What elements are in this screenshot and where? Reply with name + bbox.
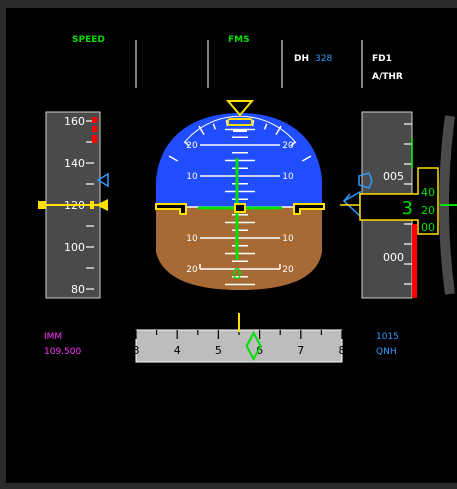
ground-proximity-bar [412, 224, 417, 298]
pitch-label-left: 10 [186, 172, 198, 182]
altitude-label-000: 000 [383, 251, 404, 264]
airspeed-tape: 16014012010080 [38, 111, 109, 299]
fma-fd-status: FD1 [372, 54, 392, 64]
ils-frequency: 109.500 [44, 347, 82, 357]
ils-ident: IMM [44, 332, 63, 342]
overspeed-bar-low [92, 135, 97, 143]
pfd-window-frame: 160 140 120 100 80 20 20 10 10 10 10 20 20 [0, 0, 457, 489]
pitch-label-right: 20 [282, 265, 294, 275]
airspeed-tick-label: 140 [64, 157, 85, 170]
heading-scale: 345678 [133, 313, 346, 363]
altitude-hundreds-readout: 3 [402, 198, 413, 219]
attitude-indicator: 20 2010 1010 1020 20 0 [155, 100, 325, 290]
heading-tick-label: 3 [133, 344, 140, 357]
overspeed-bar-mid [92, 126, 97, 132]
airspeed-tick-label: 100 [64, 241, 85, 254]
pitch-label-right: 10 [282, 172, 294, 182]
altitude-drum-current: 20 [421, 204, 435, 217]
slip-indicator: 0 [232, 265, 242, 283]
airspeed-tick-label: 160 [64, 115, 85, 128]
altitude-label-005: 005 [383, 170, 404, 183]
bank-pointer-icon [225, 100, 255, 117]
altitude-drum-upper: 40 [421, 186, 435, 199]
altitude-drum-lower: 00 [421, 221, 435, 234]
fma-separators [135, 40, 363, 88]
primary-flight-display: 160 140 120 100 80 20 20 10 10 10 10 20 20 [6, 8, 457, 483]
pitch-label-left: 20 [186, 265, 198, 275]
heading-tick-label: 7 [297, 344, 304, 357]
altitude-tape: 005 000 3 40 20 00 [340, 111, 439, 299]
aircraft-symbol-icon [155, 203, 325, 215]
heading-tick-label: 8 [339, 344, 346, 357]
pitch-label-right: 10 [282, 234, 294, 244]
airspeed-tick-label: 80 [71, 283, 85, 296]
ground-area [156, 207, 322, 290]
fma-dh-label: DH [294, 54, 310, 64]
fma-speed-mode: SPEED [72, 35, 105, 45]
heading-tick-label: 4 [174, 344, 181, 357]
baro-setting: 1015 [376, 332, 399, 342]
pitch-label-right: 20 [282, 141, 294, 151]
pitch-label-left: 10 [186, 234, 198, 244]
fma-athr-status: A/THR [372, 72, 403, 82]
baro-unit: QNH [376, 347, 397, 357]
heading-tick-label: 5 [215, 344, 222, 357]
overspeed-bar-top [92, 117, 97, 123]
speed-ref-left-icon [38, 201, 46, 209]
vertical-speed-indicator [439, 115, 457, 295]
fma-dh-value: 328 [315, 54, 333, 64]
fma-lateral-mode: FMS [228, 35, 250, 45]
